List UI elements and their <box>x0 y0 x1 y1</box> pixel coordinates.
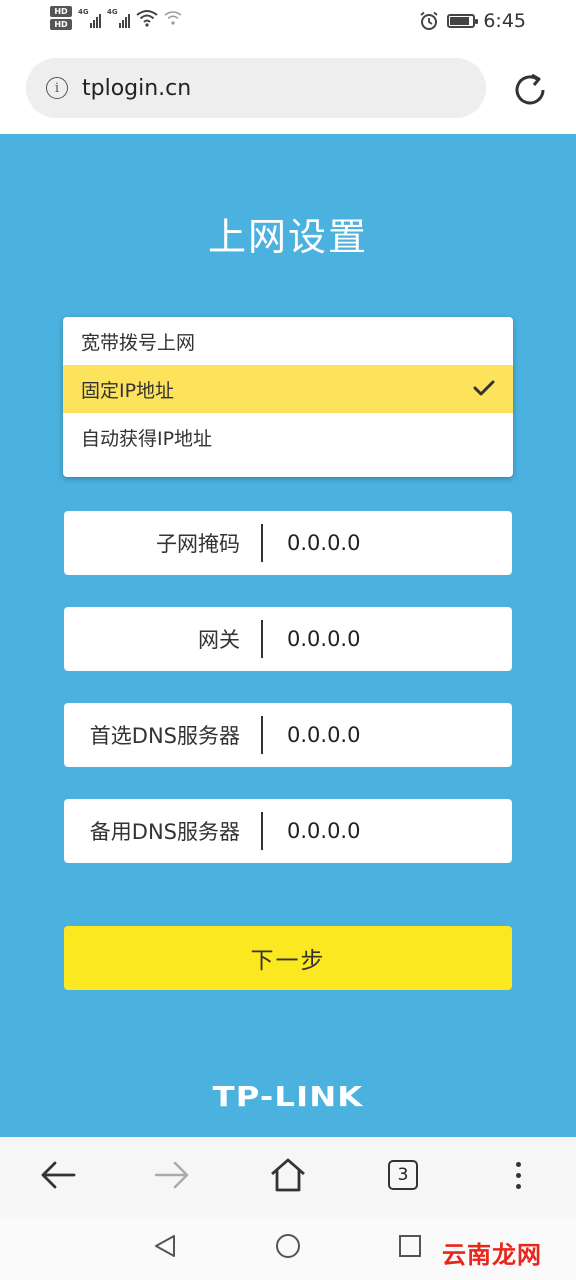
secondary-dns-field[interactable]: 备用DNS服务器 0.0.0.0 <box>64 799 512 863</box>
refresh-icon[interactable] <box>510 70 550 110</box>
tab-count: 3 <box>388 1160 418 1190</box>
address-bar-area: i tplogin.cn <box>0 44 576 134</box>
field-value[interactable]: 0.0.0.0 <box>287 531 360 555</box>
nav-recents-button[interactable] <box>395 1231 425 1261</box>
option-pppoe[interactable]: 宽带拨号上网 <box>63 317 513 365</box>
next-button[interactable]: 下一步 <box>64 926 512 990</box>
option-static-ip[interactable]: 固定IP地址 <box>63 365 513 413</box>
status-bar: HD HD 4G 4G 6:45 <box>0 0 576 44</box>
option-label: 自动获得IP地址 <box>81 427 213 450</box>
circle-home-icon <box>276 1234 300 1258</box>
field-divider <box>261 524 263 562</box>
system-navigation-bar: 云南龙网 <box>0 1217 576 1280</box>
option-label: 固定IP地址 <box>81 379 175 402</box>
tp-link-logo: TP-LINK <box>212 1080 364 1113</box>
battery-icon <box>447 14 479 28</box>
home-icon <box>271 1158 305 1192</box>
triangle-back-icon <box>155 1235 175 1257</box>
hd-badge: HD <box>50 6 72 17</box>
clock: 6:45 <box>483 10 526 32</box>
gateway-field[interactable]: 网关 0.0.0.0 <box>64 607 512 671</box>
page-content: 上网设置 宽带拨号上网 固定IP地址 自动获得IP地址 子网掩码 0.0.0.0… <box>0 134 576 1137</box>
field-label: 首选DNS服务器 <box>89 724 240 748</box>
option-dhcp[interactable]: 自动获得IP地址 <box>63 413 513 461</box>
info-icon[interactable]: i <box>46 77 68 99</box>
arrow-left-icon <box>41 1161 76 1189</box>
field-value[interactable]: 0.0.0.0 <box>287 819 360 843</box>
back-button[interactable] <box>38 1155 78 1195</box>
network-type-label: 4G <box>107 8 118 16</box>
field-value[interactable]: 0.0.0.0 <box>287 627 360 651</box>
field-divider <box>261 716 263 754</box>
page-title: 上网设置 <box>207 215 368 259</box>
field-divider <box>261 812 263 850</box>
connection-type-dropdown[interactable]: 宽带拨号上网 固定IP地址 自动获得IP地址 <box>63 317 513 477</box>
battery-fill <box>450 17 470 25</box>
signal-icon: 4G <box>107 8 130 28</box>
nav-home-button[interactable] <box>273 1231 303 1261</box>
field-label: 备用DNS服务器 <box>89 820 240 844</box>
hd-badges: HD HD <box>50 6 72 30</box>
subnet-mask-field[interactable]: 子网掩码 0.0.0.0 <box>64 511 512 575</box>
arrow-right-icon <box>154 1161 189 1189</box>
primary-dns-field[interactable]: 首选DNS服务器 0.0.0.0 <box>64 703 512 767</box>
browser-toolbar: 3 <box>0 1137 576 1217</box>
option-label: 宽带拨号上网 <box>81 331 196 354</box>
wifi-hotspot-icon <box>164 11 182 25</box>
more-vert-icon <box>515 1161 521 1189</box>
field-divider <box>261 620 263 658</box>
url-text[interactable]: tplogin.cn <box>82 76 191 101</box>
tabs-button[interactable]: 3 <box>383 1155 423 1195</box>
watermark: 云南龙网 <box>442 1241 542 1269</box>
home-button[interactable] <box>268 1155 308 1195</box>
field-value[interactable]: 0.0.0.0 <box>287 723 360 747</box>
status-right: 6:45 <box>419 10 526 32</box>
square-recents-icon <box>399 1235 421 1257</box>
nav-back-button[interactable] <box>150 1231 180 1261</box>
menu-button[interactable] <box>498 1155 538 1195</box>
forward-button[interactable] <box>152 1155 192 1195</box>
alarm-icon <box>420 11 438 30</box>
signal-icon: 4G <box>78 8 101 28</box>
address-bar[interactable]: i tplogin.cn <box>26 58 486 118</box>
status-left: HD HD 4G 4G <box>50 6 182 30</box>
field-label: 网关 <box>198 628 240 652</box>
wifi-icon <box>136 10 158 27</box>
field-label: 子网掩码 <box>156 532 240 556</box>
network-type-label: 4G <box>78 8 89 16</box>
hd-badge: HD <box>50 19 72 30</box>
checkmark-icon <box>473 380 495 396</box>
